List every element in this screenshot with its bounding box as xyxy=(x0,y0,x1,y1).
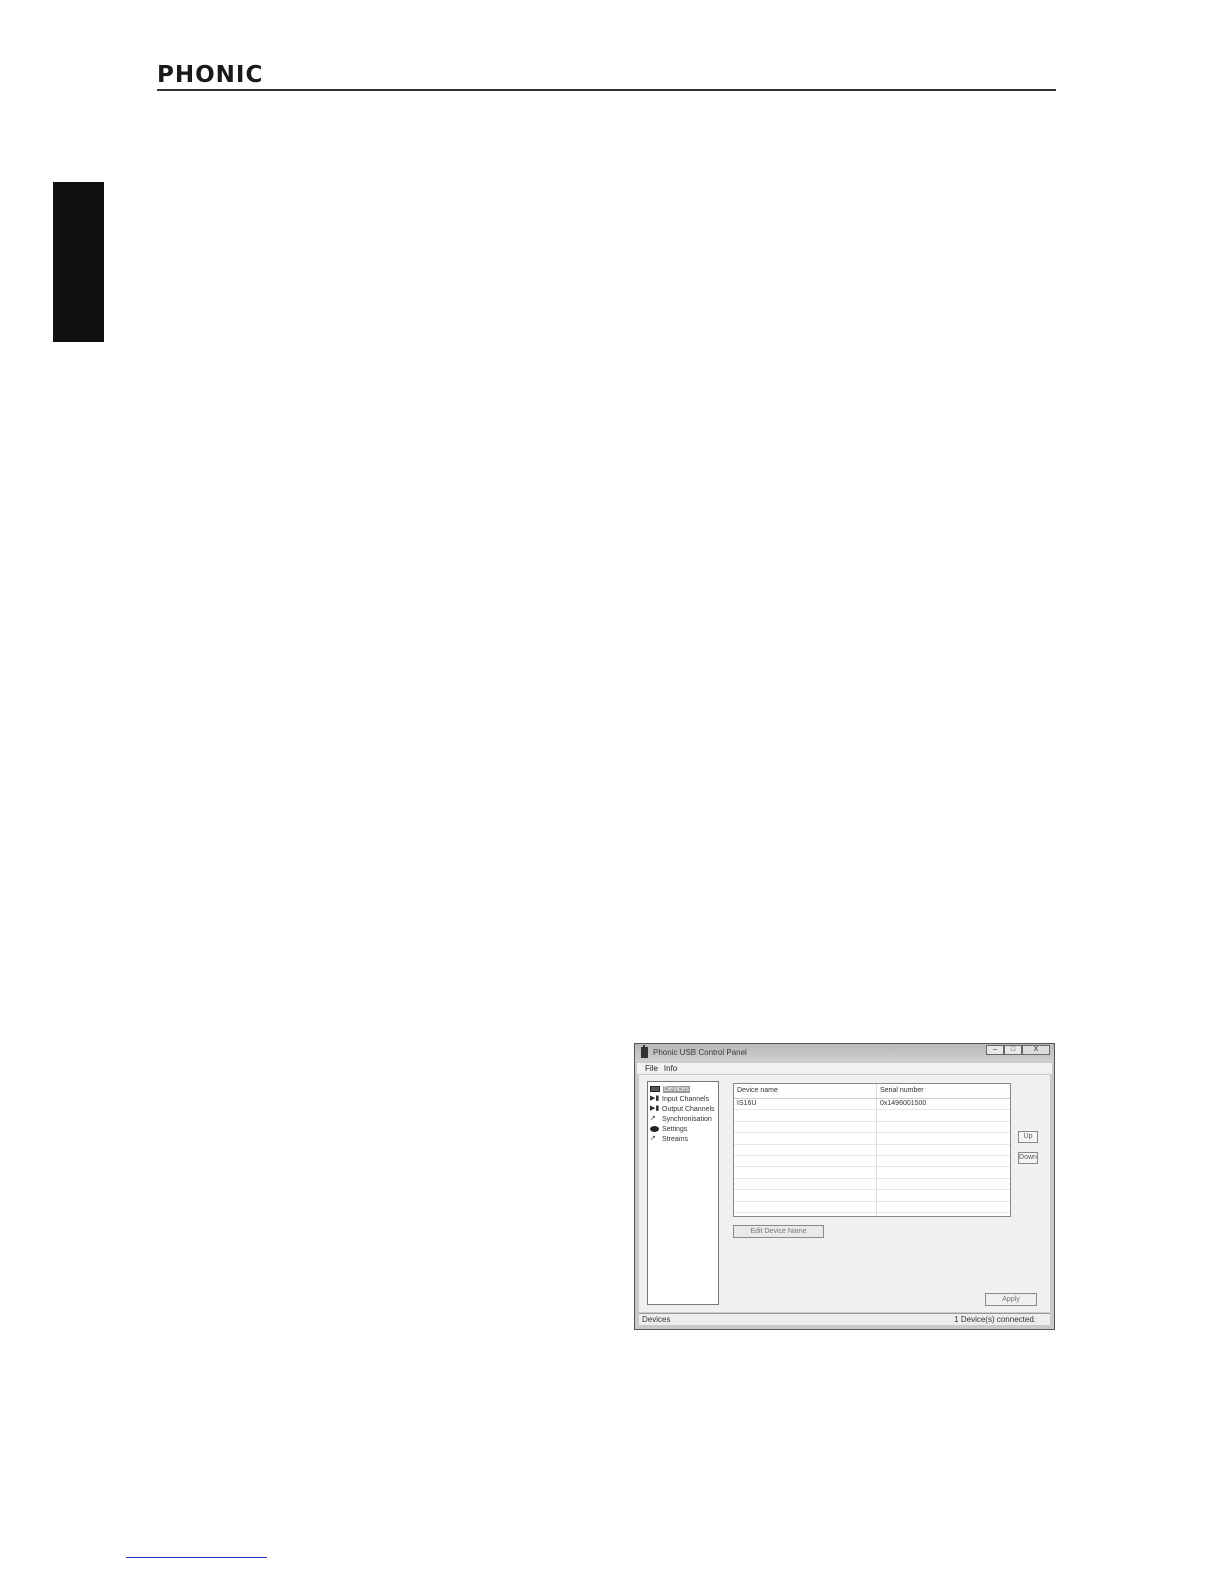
column-header-serial-number[interactable]: Serial number xyxy=(877,1084,1010,1098)
footer-divider xyxy=(126,1557,267,1558)
table-row-empty xyxy=(734,1201,1010,1213)
table-row-empty xyxy=(734,1144,1010,1156)
usb-control-panel-window: Phonic USB Control Panel – □ X File Info… xyxy=(634,1043,1055,1330)
menu-info[interactable]: Info xyxy=(664,1063,677,1074)
tree-item-devices[interactable]: Devices xyxy=(650,1084,716,1094)
settings-icon xyxy=(650,1126,659,1132)
down-button[interactable]: Down xyxy=(1018,1152,1038,1164)
table-row-empty xyxy=(734,1155,1010,1168)
output-channels-icon: ▶▮ xyxy=(650,1105,660,1112)
table-row-empty xyxy=(734,1121,1010,1134)
close-button[interactable]: X xyxy=(1022,1045,1050,1055)
tree-item-settings[interactable]: Settings xyxy=(650,1124,716,1134)
minimize-button[interactable]: – xyxy=(986,1045,1004,1055)
column-header-device-name[interactable]: Device name xyxy=(734,1084,877,1098)
up-button[interactable]: Up xyxy=(1018,1131,1038,1143)
input-channels-icon: ▶▮ xyxy=(650,1095,660,1102)
menu-file[interactable]: File xyxy=(645,1063,658,1074)
tree-item-synchronisation[interactable]: ↗ Synchronisation xyxy=(650,1114,716,1124)
app-icon xyxy=(641,1045,648,1058)
edit-device-name-button[interactable]: Edit Device Name xyxy=(733,1225,824,1238)
table-row-empty xyxy=(734,1178,1010,1191)
table-row-empty xyxy=(734,1110,1010,1122)
tree-item-streams[interactable]: ↗ Streams xyxy=(650,1134,716,1144)
window-controls: – □ X xyxy=(986,1045,1050,1055)
table-row-empty xyxy=(734,1167,1010,1179)
tree-item-label: Synchronisation xyxy=(662,1115,712,1123)
apply-button[interactable]: Apply xyxy=(985,1293,1037,1306)
tree-item-label: Output Channels xyxy=(662,1105,715,1113)
window-client-area: Devices ▶▮ Input Channels ▶▮ Output Chan… xyxy=(639,1075,1050,1312)
status-bar: Devices 1 Device(s) connected. xyxy=(639,1313,1050,1325)
status-device-count: 1 Device(s) connected. xyxy=(954,1315,1036,1324)
table-row-empty xyxy=(734,1133,1010,1145)
streams-icon: ↗ xyxy=(650,1135,656,1142)
window-titlebar[interactable]: Phonic USB Control Panel – □ X xyxy=(635,1044,1054,1062)
phonic-logo: PHONIC xyxy=(157,62,264,88)
device-name-cell: IS16U xyxy=(734,1099,877,1110)
maximize-button[interactable]: □ xyxy=(1004,1045,1022,1055)
table-row[interactable]: IS16U 0x1496001500 xyxy=(734,1099,1010,1111)
header-divider xyxy=(157,89,1056,91)
status-section: Devices xyxy=(642,1315,671,1324)
tree-item-output-channels[interactable]: ▶▮ Output Channels xyxy=(650,1104,716,1114)
navigation-tree: Devices ▶▮ Input Channels ▶▮ Output Chan… xyxy=(647,1081,719,1305)
devices-list[interactable]: Device name Serial number IS16U 0x149600… xyxy=(733,1083,1011,1217)
window-title: Phonic USB Control Panel xyxy=(653,1048,747,1057)
devices-icon xyxy=(650,1086,660,1092)
language-side-tab xyxy=(53,182,104,342)
serial-number-cell: 0x1496001500 xyxy=(880,1100,927,1107)
tree-item-label: Streams xyxy=(662,1135,689,1143)
tree-item-label: Devices xyxy=(663,1085,690,1093)
tree-item-input-channels[interactable]: ▶▮ Input Channels xyxy=(650,1094,716,1104)
list-header: Device name Serial number xyxy=(734,1084,1010,1099)
table-row-empty xyxy=(734,1190,1010,1202)
table-row-empty xyxy=(734,1212,1010,1216)
synchronisation-icon: ↗ xyxy=(650,1115,656,1122)
tree-item-label: Settings xyxy=(662,1125,688,1133)
menu-bar: File Info xyxy=(637,1063,1052,1074)
tree-item-label: Input Channels xyxy=(662,1095,710,1103)
